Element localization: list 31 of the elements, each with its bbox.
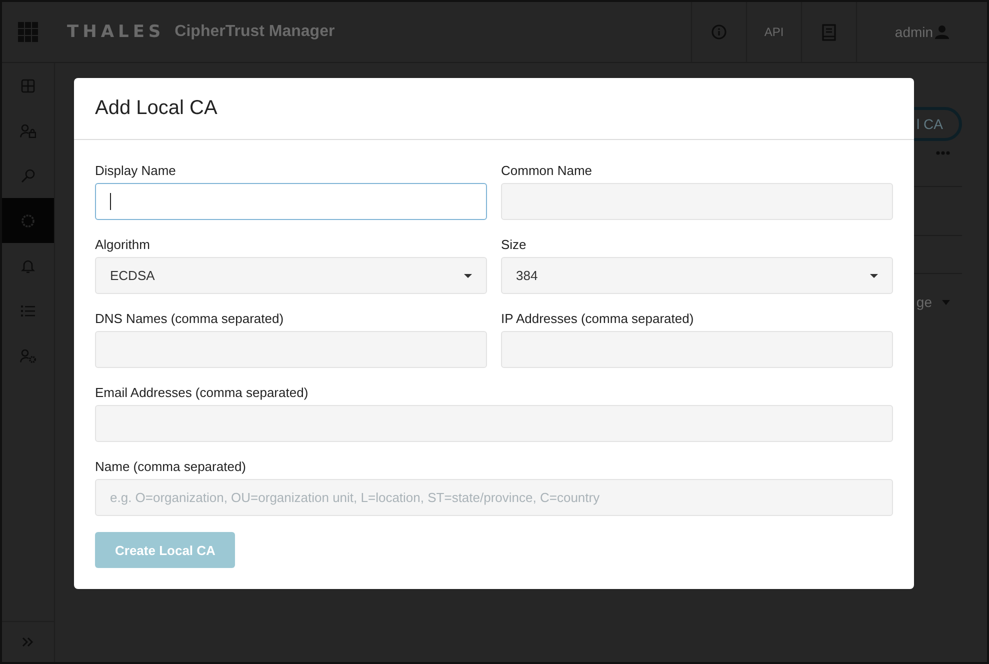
api-link[interactable]: API — [764, 25, 784, 39]
field-label: DNS Names (comma separated) — [95, 311, 285, 328]
field-label: Display Name — [95, 163, 177, 180]
field-label: Common Name — [501, 163, 594, 180]
user-icon[interactable] — [935, 25, 950, 39]
product-name: CipherTrust Manager — [174, 23, 335, 41]
expand-chevrons-icon[interactable] — [22, 637, 34, 647]
page-size-dropdown[interactable]: ge — [916, 294, 932, 310]
field-label: Algorithm — [95, 237, 151, 254]
select-field[interactable]: 384 — [501, 257, 893, 294]
bell-icon — [21, 258, 35, 272]
apps-grid-icon[interactable] — [18, 22, 38, 42]
ring-icon — [21, 214, 35, 228]
brand-logo: THALES — [67, 22, 165, 42]
input-field[interactable]: e.g. O=organization, OU=organization unit, L=location, ST=state/province, C=country — [95, 479, 893, 516]
sidebar-item[interactable] — [2, 198, 54, 243]
info-icon[interactable] — [711, 24, 727, 40]
dialog-title: Add Local CA — [95, 97, 218, 120]
field-label: Email Addresses (comma separated) — [95, 385, 310, 402]
list-icon — [21, 304, 35, 316]
field-label: Name (comma separated) — [95, 459, 247, 476]
field-label: IP Addresses (comma separated) — [501, 311, 695, 328]
input-field[interactable] — [95, 183, 487, 220]
grid-icon — [21, 78, 35, 92]
caret-icon — [942, 300, 950, 304]
user-name[interactable]: admin — [894, 24, 934, 40]
user-gear-icon — [20, 348, 36, 362]
book-icon[interactable] — [822, 24, 836, 40]
field-label: Size — [501, 237, 528, 254]
user-lock-icon — [20, 124, 36, 138]
select-field[interactable]: ECDSA — [95, 257, 487, 294]
